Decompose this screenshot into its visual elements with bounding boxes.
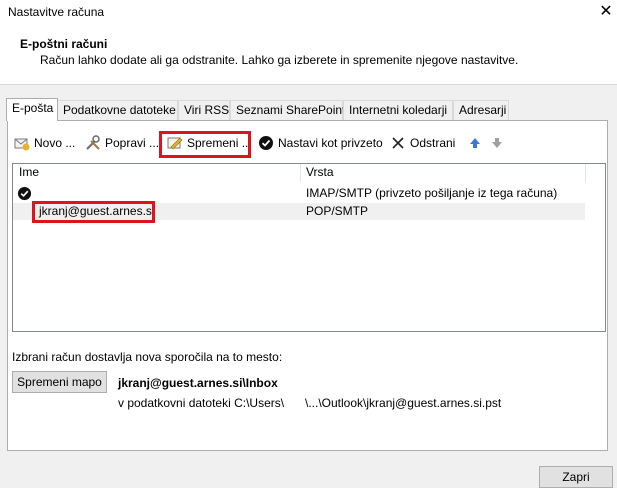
account-type: IMAP/SMTP (privzeto pošiljanje iz tega r… xyxy=(306,186,558,200)
column-header-type[interactable]: Vrsta xyxy=(306,165,334,179)
selected-account-highlight xyxy=(32,201,155,223)
set-default-button[interactable]: Nastavi kot privzeto xyxy=(258,132,383,154)
column-separator[interactable] xyxy=(300,164,301,182)
new-account-icon xyxy=(14,138,30,151)
tab-viri-rss[interactable]: Viri RSS xyxy=(178,100,230,120)
repair-button-label: Popravi ... xyxy=(105,136,160,150)
close-icon[interactable]: ✕ xyxy=(596,1,616,23)
delivery-folder: jkranj@guest.arnes.si\Inbox xyxy=(118,376,278,390)
tab-seznami-sharepoint[interactable]: Seznami SharePoint xyxy=(230,100,345,120)
page-description: Račun lahko dodate ali ga odstranite. La… xyxy=(40,53,519,67)
checkmark-circle-icon xyxy=(259,136,273,150)
page-title: E-poštni računi xyxy=(20,37,108,51)
tab-podatkovne-datoteke[interactable]: Podatkovne datoteke xyxy=(57,100,178,120)
remove-button[interactable]: Odstrani xyxy=(390,132,455,154)
tab-internetni-koledarji[interactable]: Internetni koledarji xyxy=(343,100,453,120)
account-type: POP/SMTP xyxy=(306,204,369,218)
remove-button-label: Odstrani xyxy=(410,136,456,150)
column-separator[interactable] xyxy=(585,164,586,182)
set-default-button-label: Nastavi kot privzeto xyxy=(278,136,383,150)
change-button-highlight xyxy=(159,131,251,158)
repair-button[interactable]: Popravi ... xyxy=(85,132,159,154)
repair-tools-icon xyxy=(86,135,100,150)
default-account-check-icon xyxy=(17,186,32,201)
column-header-name[interactable]: Ime xyxy=(19,165,39,179)
window-title: Nastavitve računa xyxy=(8,5,105,19)
tab-e-posta[interactable]: E-pošta xyxy=(6,98,58,121)
change-folder-button[interactable]: Spremeni mapo xyxy=(12,371,107,393)
data-file-path-prefix: v podatkovni datoteki C:\Users\ xyxy=(118,396,285,410)
arrow-down-icon xyxy=(492,138,502,148)
delivery-label: Izbrani račun dostavlja nova sporočila n… xyxy=(12,350,283,364)
tab-adresarji[interactable]: Adresarji xyxy=(453,100,509,120)
data-file-path-suffix: \...\Outlook\jkranj@guest.arnes.si.pst xyxy=(305,396,502,410)
move-down-button[interactable] xyxy=(489,132,505,154)
remove-x-icon xyxy=(392,137,404,149)
close-button[interactable]: Zapri xyxy=(539,466,613,488)
new-button[interactable]: Novo ... xyxy=(14,132,75,154)
arrow-up-icon xyxy=(470,138,480,148)
account-row[interactable]: IMAP/SMTP (privzeto pošiljanje iz tega r… xyxy=(13,185,585,202)
new-button-label: Novo ... xyxy=(34,136,76,150)
move-up-button[interactable] xyxy=(467,132,483,154)
